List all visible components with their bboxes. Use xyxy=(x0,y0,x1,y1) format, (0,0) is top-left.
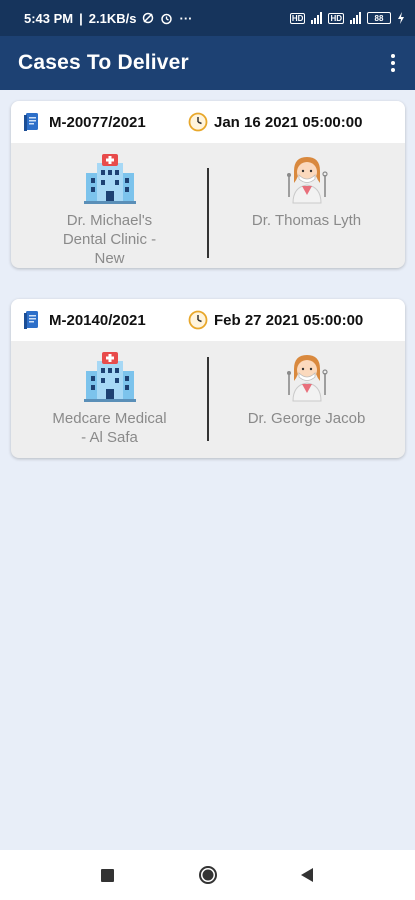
hospital-icon xyxy=(83,154,136,204)
case-id-text: M-20077/2021 xyxy=(49,113,146,131)
clinic-name: Dr. Michael's Dental Clinic - New xyxy=(63,211,156,268)
data-saver-icon xyxy=(143,12,154,24)
battery-icon: 88 xyxy=(367,12,391,24)
dentist-icon xyxy=(286,355,328,402)
case-book-icon xyxy=(24,113,38,131)
case-date-text: Feb 27 2021 05:00:00 xyxy=(214,311,364,329)
page-title: Cases To Deliver xyxy=(18,51,189,74)
case-card-header: M-20077/2021 Jan 16 2021 05:00:00 xyxy=(11,101,405,143)
case-card-header: M-20140/2021 Feb 27 2021 05:00:00 xyxy=(11,299,405,341)
network-speed: 2.1KB/s xyxy=(88,10,137,26)
recents-square-icon xyxy=(101,868,114,882)
doctor-column: Dr. Thomas Lyth xyxy=(208,143,405,268)
clinic-name: Medcare Medical - Al Safa xyxy=(52,409,166,447)
status-bar: 5:43 PM | 2.1KB/s ··· HD HD 88 xyxy=(0,0,415,36)
case-card-body: Dr. Michael's Dental Clinic - New Dr. Th… xyxy=(11,143,405,268)
case-book-icon xyxy=(24,311,38,329)
clinic-column: Dr. Michael's Dental Clinic - New xyxy=(11,143,208,268)
dentist-icon xyxy=(286,157,328,204)
doctor-name: Dr. George Jacob xyxy=(247,410,366,427)
case-id: M-20140/2021 xyxy=(23,310,188,330)
clinic-column: Medcare Medical - Al Safa xyxy=(11,341,208,458)
hd-icon: HD xyxy=(289,12,306,24)
signal-icon xyxy=(350,12,361,24)
column-divider xyxy=(207,168,209,258)
signal-icon xyxy=(311,12,323,24)
clinic-name-line: - Al Safa xyxy=(81,429,138,446)
case-card[interactable]: M-20077/2021 Jan 16 2021 05:00:00 Dr. Mi… xyxy=(11,101,405,268)
case-card[interactable]: M-20140/2021 Feb 27 2021 05:00:00 Medcar… xyxy=(11,299,405,458)
clinic-name-line: Medcare Medical xyxy=(52,410,167,427)
back-triangle-icon xyxy=(301,868,313,882)
status-separator: | xyxy=(79,10,83,26)
doctor-name: Dr. Thomas Lyth xyxy=(251,212,362,229)
clinic-name-line: Dental Clinic - xyxy=(62,231,157,248)
recents-button[interactable] xyxy=(93,860,123,890)
clinic-name-line: Dr. Michael's xyxy=(66,212,153,229)
case-id-text: M-20140/2021 xyxy=(49,311,146,329)
alarm-icon xyxy=(161,13,173,24)
status-time: 5:43 PM xyxy=(24,10,74,26)
home-circle-icon xyxy=(198,866,217,884)
case-date: Feb 27 2021 05:00:00 xyxy=(188,310,363,330)
hd-icon: HD xyxy=(328,12,344,24)
charging-icon xyxy=(398,12,404,24)
case-card-body: Medcare Medical - Al Safa Dr. George Jac… xyxy=(11,341,405,458)
hospital-icon xyxy=(83,352,136,402)
status-more-dots: ··· xyxy=(179,10,193,26)
status-left: 5:43 PM | 2.1KB/s ··· xyxy=(24,11,192,26)
case-date: Jan 16 2021 05:00:00 xyxy=(188,112,362,132)
column-divider xyxy=(207,357,209,441)
system-nav-bar xyxy=(0,850,415,900)
app-bar: Cases To Deliver xyxy=(0,36,415,90)
status-right: HD HD 88 xyxy=(289,12,405,24)
back-button[interactable] xyxy=(293,860,323,890)
clock-icon xyxy=(188,310,208,330)
case-date-text: Jan 16 2021 05:00:00 xyxy=(214,113,363,131)
home-button[interactable] xyxy=(193,860,223,890)
clock-icon xyxy=(188,112,208,132)
clinic-name-line: New xyxy=(94,250,125,267)
case-id: M-20077/2021 xyxy=(23,112,188,132)
more-vert-icon[interactable] xyxy=(389,48,397,78)
doctor-column: Dr. George Jacob xyxy=(208,341,405,458)
